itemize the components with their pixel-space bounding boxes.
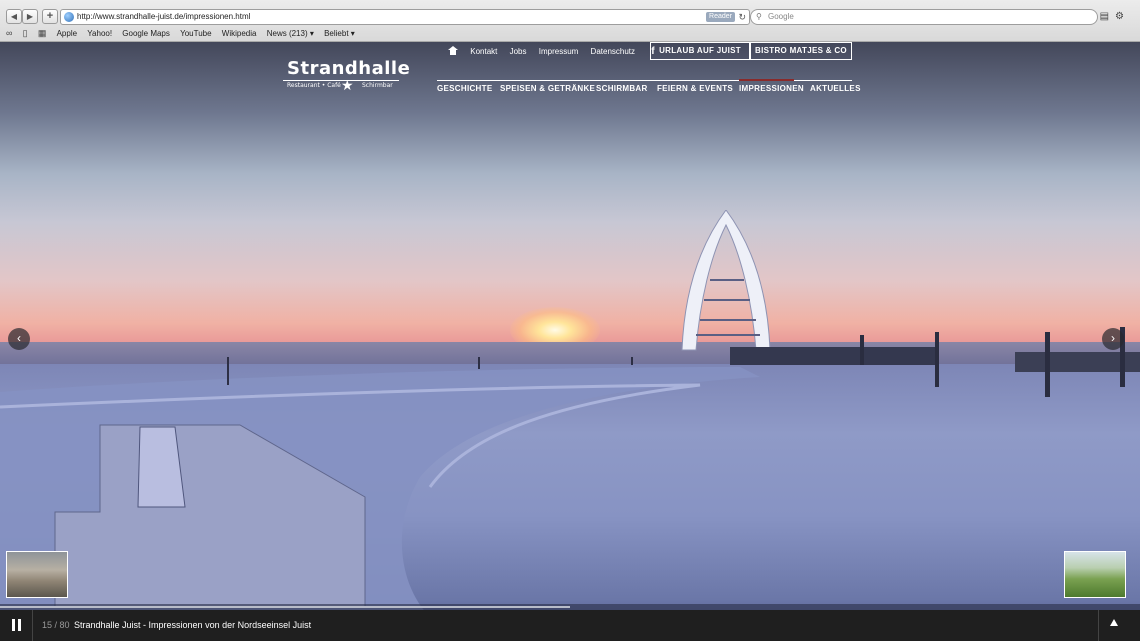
- prev-slide-arrow-icon[interactable]: ‹: [8, 328, 30, 350]
- slide-progress-fill: [0, 606, 570, 608]
- divider: [1098, 610, 1099, 641]
- globe-icon: [64, 12, 74, 22]
- snow-dike-photo: [0, 357, 760, 617]
- search-placeholder: Google: [768, 12, 794, 21]
- starfish-icon: ★: [341, 77, 354, 93]
- browser-chrome: ◀ ▶ + http://www.strandhalle-juist.de/im…: [0, 0, 1140, 42]
- url-text: http://www.strandhalle-juist.de/impressi…: [77, 12, 251, 21]
- settings-gear-icon[interactable]: ⚙: [1115, 11, 1130, 22]
- prev-thumbnail[interactable]: [6, 551, 68, 598]
- bookmark-youtube[interactable]: YouTube: [180, 27, 211, 40]
- new-tab-button[interactable]: +: [42, 9, 58, 24]
- page-menu-icon[interactable]: ▤: [1100, 11, 1115, 22]
- browser-toolbar: ◀ ▶ + http://www.strandhalle-juist.de/im…: [6, 9, 1134, 27]
- logo-subtitle-left: Restaurant • Café: [287, 82, 341, 89]
- bookmark-wikipedia[interactable]: Wikipedia: [222, 27, 257, 40]
- top-nav: Kontakt Jobs Impressum Datenschutz f: [448, 45, 655, 59]
- next-slide-arrow-icon[interactable]: ›: [1102, 328, 1124, 350]
- search-icon: ⚲: [756, 12, 762, 21]
- bookmarks-book-icon[interactable]: ▯: [23, 27, 28, 40]
- nav-schirmbar[interactable]: SCHIRMBAR: [596, 84, 648, 93]
- reading-list-icon[interactable]: ∞: [6, 27, 12, 40]
- slideshow-bar: 15 / 80 Strandhalle Juist - Impressionen…: [0, 610, 1140, 641]
- expand-up-icon[interactable]: [1110, 619, 1118, 626]
- divider: [32, 610, 33, 641]
- logo-name: Strandhalle: [287, 58, 411, 79]
- harbor-pier-icon: [730, 327, 1140, 397]
- bookmark-news[interactable]: News (213) ▾: [267, 27, 314, 40]
- pause-icon[interactable]: [12, 619, 22, 631]
- search-input[interactable]: ⚲ Google: [750, 9, 1098, 25]
- top-sites-grid-icon[interactable]: ▦: [38, 27, 47, 40]
- bistro-matjes-button[interactable]: BISTRO MATJES & CO: [750, 42, 852, 60]
- reload-icon[interactable]: ↻: [738, 10, 746, 24]
- webpage: Strandhalle Restaurant • Café ★ Schirmba…: [0, 42, 1140, 641]
- nav-aktuelles[interactable]: AKTUELLES: [810, 84, 861, 93]
- active-nav-indicator: [739, 79, 794, 81]
- home-icon[interactable]: [448, 46, 458, 55]
- nav-speisen-getraenke[interactable]: SPEISEN & GETRÄNKE: [500, 84, 595, 93]
- nav-geschichte[interactable]: GESCHICHTE: [437, 84, 492, 93]
- nav-impressum[interactable]: Impressum: [539, 45, 579, 59]
- next-thumbnail[interactable]: [1064, 551, 1126, 598]
- slide-caption: Strandhalle Juist - Impressionen von der…: [74, 620, 312, 630]
- site-logo[interactable]: Strandhalle Restaurant • Café ★ Schirmba…: [283, 58, 410, 98]
- nav-datenschutz[interactable]: Datenschutz: [591, 45, 635, 59]
- address-bar[interactable]: http://www.strandhalle-juist.de/impressi…: [60, 9, 750, 25]
- nav-kontakt[interactable]: Kontakt: [470, 45, 497, 59]
- logo-subtitle-right: Schirmbar: [362, 82, 393, 89]
- forward-button[interactable]: ▶: [22, 9, 38, 24]
- bookmark-beliebt[interactable]: Beliebt ▾: [324, 27, 355, 40]
- nav-feiern-events[interactable]: FEIERN & EVENTS: [657, 84, 733, 93]
- bookmark-google-maps[interactable]: Google Maps: [122, 27, 170, 40]
- back-button[interactable]: ◀: [6, 9, 22, 24]
- bookmarks-bar: ∞ ▯ ▦ Apple Yahoo! Google Maps YouTube W…: [6, 27, 363, 40]
- browser-right-icons: ▤⚙: [1100, 9, 1130, 24]
- bookmark-yahoo[interactable]: Yahoo!: [87, 27, 112, 40]
- nav-impressionen[interactable]: IMPRESSIONEN: [739, 84, 804, 93]
- site-header: Strandhalle Restaurant • Café ★ Schirmba…: [0, 42, 1140, 102]
- reader-button[interactable]: Reader: [706, 12, 735, 22]
- bookmark-apple[interactable]: Apple: [57, 27, 77, 40]
- nav-jobs[interactable]: Jobs: [510, 45, 527, 59]
- slide-counter: 15 / 80: [42, 620, 70, 630]
- urlaub-auf-juist-button[interactable]: URLAUB AUF JUIST: [650, 42, 750, 60]
